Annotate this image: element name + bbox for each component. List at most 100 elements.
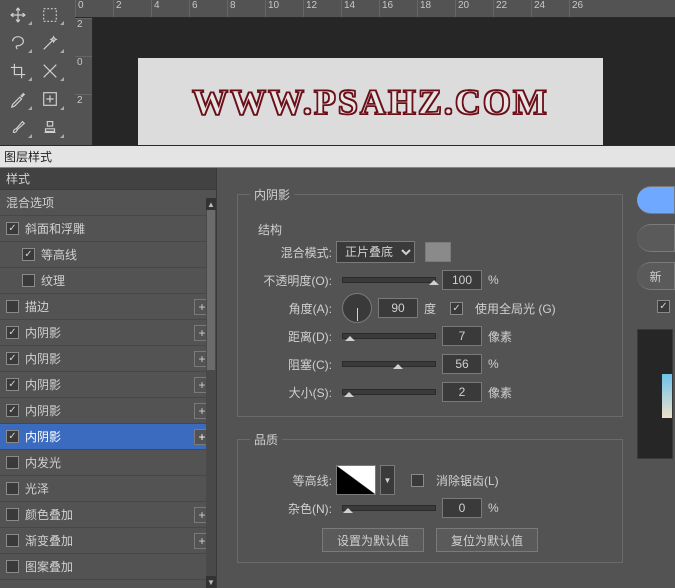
texture-sub-row[interactable]: 纹理 <box>0 268 216 294</box>
satin-row[interactable]: 光泽 <box>0 476 216 502</box>
styles-header: 样式 <box>0 168 216 190</box>
effect-settings-panel: 内阴影 结构 混合模式: 正片叠底 不透明度(O): % 角度(A): <box>217 168 635 588</box>
size-input[interactable] <box>442 382 482 402</box>
choke-unit: % <box>488 357 499 371</box>
ok-button[interactable] <box>637 186 675 214</box>
inner-shadow-fieldset: 内阴影 结构 混合模式: 正片叠底 不透明度(O): % 角度(A): <box>237 186 623 417</box>
angle-input[interactable] <box>378 298 418 318</box>
rect-select-tool[interactable] <box>34 2 66 27</box>
heal-tool[interactable] <box>34 87 66 112</box>
angle-label: 角度(A): <box>250 300 336 317</box>
inner-shadow-checkbox-4[interactable] <box>6 404 19 417</box>
opacity-label: 不透明度(O): <box>250 272 336 289</box>
stroke-checkbox[interactable] <box>6 300 19 313</box>
quality-fieldset: 品质 等高线: ▼ 消除锯齿(L) 杂色(N): % 设置为默认值 复位为默认值 <box>237 431 623 563</box>
distance-slider[interactable] <box>342 333 436 339</box>
inner-shadow-legend: 内阴影 <box>250 186 294 203</box>
size-label: 大小(S): <box>250 384 336 401</box>
global-light-label: 使用全局光 (G) <box>475 300 556 317</box>
preview-checkbox[interactable] <box>657 300 670 313</box>
inner-shadow-checkbox-5[interactable] <box>6 430 19 443</box>
set-default-button[interactable]: 设置为默认值 <box>322 528 424 552</box>
noise-unit: % <box>488 501 499 515</box>
blend-mode-select[interactable]: 正片叠底 <box>336 241 415 263</box>
wand-tool[interactable] <box>34 30 66 55</box>
quality-legend: 品质 <box>250 431 282 448</box>
canvas-document[interactable]: WWW.PSAHZ.COM <box>138 58 603 146</box>
noise-label: 杂色(N): <box>250 500 336 517</box>
stroke-row[interactable]: 描边+ <box>0 294 216 320</box>
color-overlay-checkbox[interactable] <box>6 508 19 521</box>
inner-shadow-checkbox-2[interactable] <box>6 352 19 365</box>
blend-options-row[interactable]: 混合选项 <box>0 190 216 216</box>
eyedropper-tool[interactable] <box>2 87 34 112</box>
pattern-overlay-row[interactable]: 图案叠加 <box>0 554 216 580</box>
choke-slider[interactable] <box>342 361 436 367</box>
size-unit: 像素 <box>488 384 512 401</box>
inner-shadow-row-2[interactable]: 内阴影+ <box>0 346 216 372</box>
toolbox <box>0 0 75 145</box>
new-style-button[interactable]: 新 <box>637 262 675 290</box>
canvas-text: WWW.PSAHZ.COM <box>192 81 549 123</box>
shadow-color-swatch[interactable] <box>425 242 451 262</box>
brush-tool[interactable] <box>2 115 34 140</box>
inner-shadow-row-5[interactable]: 内阴影+ <box>0 424 216 450</box>
move-tool[interactable] <box>2 2 34 27</box>
distance-unit: 像素 <box>488 328 512 345</box>
contour-sub-checkbox[interactable] <box>22 248 35 261</box>
contour-label: 等高线: <box>250 472 336 489</box>
styles-list-panel: 样式 混合选项 斜面和浮雕 等高线 纹理 描边+ 内阴影+ 内阴影+ 内阴影+ … <box>0 168 217 588</box>
contour-sub-row[interactable]: 等高线 <box>0 242 216 268</box>
contour-swatch[interactable] <box>336 465 376 495</box>
bevel-row[interactable]: 斜面和浮雕 <box>0 216 216 242</box>
antialias-label: 消除锯齿(L) <box>436 472 499 489</box>
scrollbar-thumb[interactable] <box>207 210 215 370</box>
satin-checkbox[interactable] <box>6 482 19 495</box>
gradient-overlay-row[interactable]: 渐变叠加+ <box>0 528 216 554</box>
inner-shadow-row-1[interactable]: 内阴影+ <box>0 320 216 346</box>
choke-input[interactable] <box>442 354 482 374</box>
noise-slider[interactable] <box>342 505 436 511</box>
layer-style-dialog: 图层样式 样式 混合选项 斜面和浮雕 等高线 纹理 描边+ 内阴影+ 内阴影+ … <box>0 145 675 588</box>
canvas-background: WWW.PSAHZ.COM <box>93 18 675 145</box>
slice-tool[interactable] <box>34 58 66 83</box>
dialog-title: 图层样式 <box>0 146 675 168</box>
inner-shadow-checkbox-1[interactable] <box>6 326 19 339</box>
ruler-horizontal: 02468101214161820222426 <box>75 0 675 18</box>
size-slider[interactable] <box>342 389 436 395</box>
texture-sub-checkbox[interactable] <box>22 274 35 287</box>
antialias-checkbox[interactable] <box>411 474 424 487</box>
crop-tool[interactable] <box>2 58 34 83</box>
noise-input[interactable] <box>442 498 482 518</box>
stamp-tool[interactable] <box>34 115 66 140</box>
cancel-button[interactable] <box>637 224 675 252</box>
color-overlay-row[interactable]: 颜色叠加+ <box>0 502 216 528</box>
opacity-input[interactable] <box>442 270 482 290</box>
blend-mode-label: 混合模式: <box>250 244 336 261</box>
inner-glow-row[interactable]: 内发光 <box>0 450 216 476</box>
inner-shadow-row-4[interactable]: 内阴影+ <box>0 398 216 424</box>
distance-input[interactable] <box>442 326 482 346</box>
inner-glow-checkbox[interactable] <box>6 456 19 469</box>
angle-unit: 度 <box>424 300 436 317</box>
reset-default-button[interactable]: 复位为默认值 <box>436 528 538 552</box>
opacity-slider[interactable] <box>342 277 436 283</box>
distance-label: 距离(D): <box>250 328 336 345</box>
contour-dropdown-icon[interactable]: ▼ <box>380 465 395 495</box>
global-light-checkbox[interactable] <box>450 302 463 315</box>
gradient-overlay-checkbox[interactable] <box>6 534 19 547</box>
scroll-down-icon[interactable]: ▼ <box>206 576 216 588</box>
preview-thumbnail <box>637 329 673 459</box>
dialog-right-buttons: 新 <box>635 168 675 588</box>
pattern-overlay-checkbox[interactable] <box>6 560 19 573</box>
inner-shadow-row-3[interactable]: 内阴影+ <box>0 372 216 398</box>
structure-label: 结构 <box>258 221 610 238</box>
choke-label: 阻塞(C): <box>250 356 336 373</box>
lasso-tool[interactable] <box>2 30 34 55</box>
opacity-unit: % <box>488 273 499 287</box>
styles-scrollbar[interactable]: ▲ ▼ <box>206 198 216 588</box>
angle-dial[interactable] <box>342 293 372 323</box>
scroll-up-icon[interactable]: ▲ <box>206 198 216 210</box>
bevel-checkbox[interactable] <box>6 222 19 235</box>
inner-shadow-checkbox-3[interactable] <box>6 378 19 391</box>
